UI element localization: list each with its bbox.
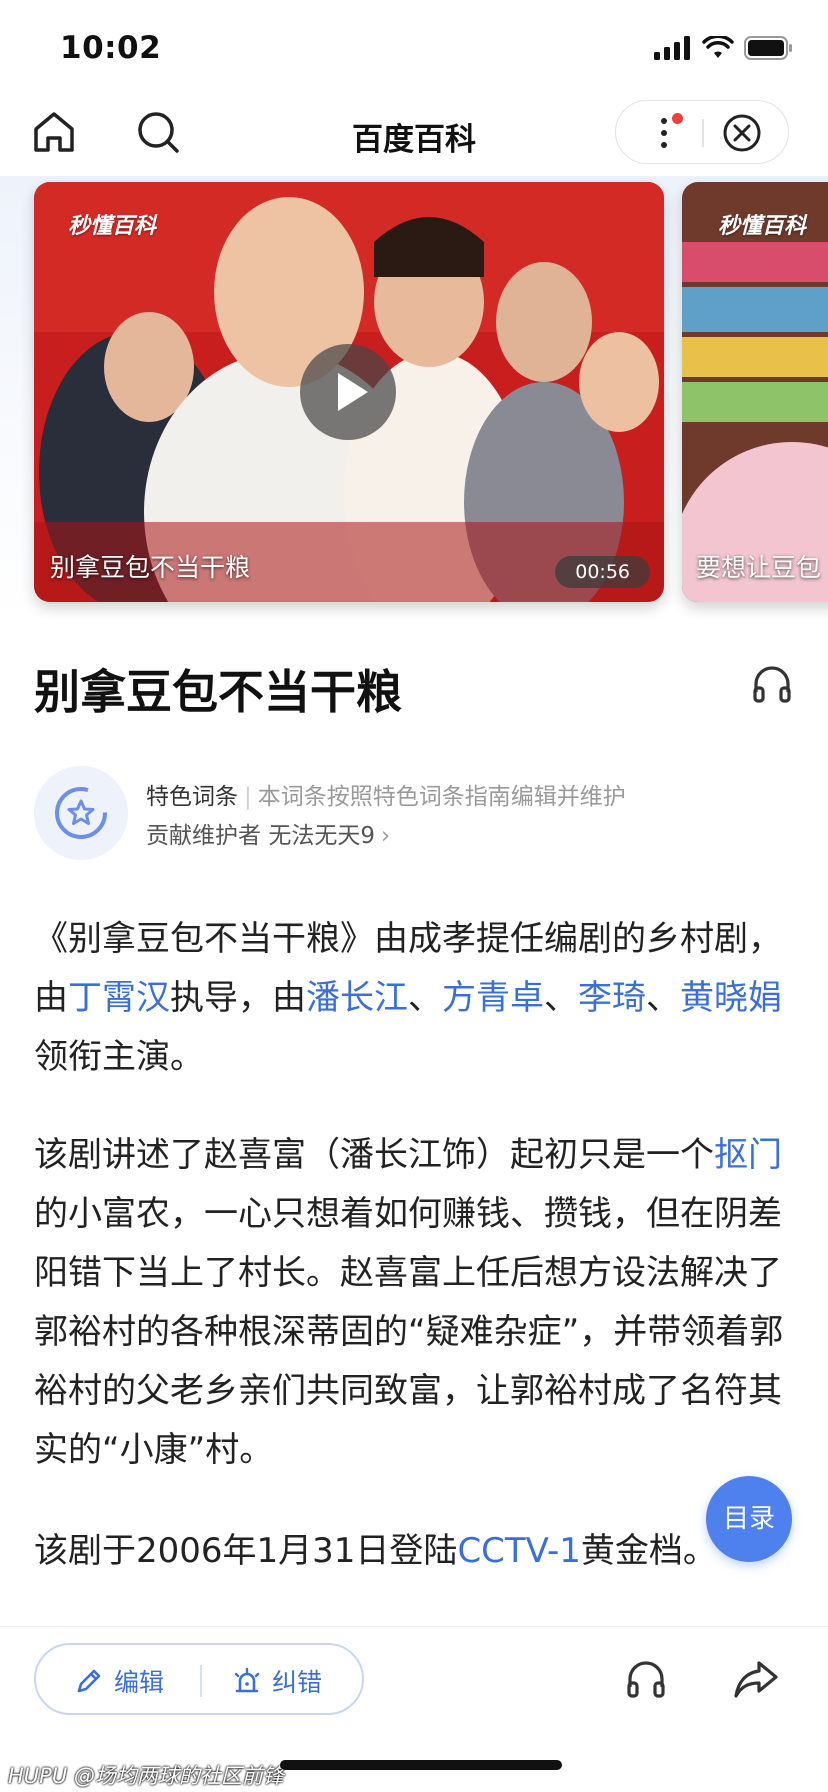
video-caption: 别拿豆包不当干粮	[50, 553, 251, 582]
entry-title: 别拿豆包不当干粮	[34, 665, 402, 719]
signal-icon	[654, 36, 690, 60]
chevron-right-icon: ›	[380, 823, 391, 849]
status-bar: 10:02	[0, 0, 828, 96]
edit-button[interactable]: 编辑	[74, 1663, 164, 1699]
paragraph-summary: 《别拿豆包不当干粮》由成孝提任编剧的乡村剧，由丁霄汉执导，由潘长江、方青卓、李琦…	[34, 910, 796, 1087]
video-thumbnail	[682, 182, 828, 602]
link-actor[interactable]: 黄晓娟	[680, 978, 782, 1018]
contributor-link[interactable]: 贡献维护者 无法无天9 ›	[146, 816, 390, 850]
watermark-credit: HUPU @场均两球的社区前锋	[8, 1764, 284, 1788]
paragraph-text: 该剧于2006年1月31日登陆	[34, 1531, 458, 1571]
toc-button[interactable]: 目录	[706, 1476, 792, 1562]
edit-label: 编辑	[114, 1668, 165, 1697]
contributor-name[interactable]: 无法无天9	[268, 823, 375, 849]
status-time: 10:02	[60, 30, 162, 66]
headphones-icon[interactable]	[750, 662, 794, 706]
video-carousel[interactable]: 秒懂百科 别拿豆包不当干粮 00:56 秒懂百科 要想让豆包	[0, 176, 828, 620]
capsule-divider	[702, 119, 704, 147]
link-term[interactable]: 抠门	[714, 1135, 782, 1175]
link-actor[interactable]: 方青卓	[442, 978, 544, 1018]
play-button[interactable]	[300, 344, 396, 440]
report-error-button[interactable]: 纠错	[232, 1663, 322, 1699]
separator: 、	[408, 978, 442, 1018]
paragraph-text: 该剧讲述了赵喜富（潘长江饰）起初只是一个	[34, 1135, 714, 1175]
mini-program-capsule	[615, 100, 789, 164]
notification-dot	[672, 113, 683, 124]
feature-entry-line: 特色词条 | 本词条按照特色词条指南编辑并维护	[146, 777, 626, 811]
link-actor[interactable]: 李琦	[578, 978, 646, 1018]
feature-description: 本词条按照特色词条指南编辑并维护	[257, 784, 626, 810]
report-error-label: 纠错	[272, 1668, 323, 1697]
paragraph-text: 的小富农，一心只想着如何赚钱、攒钱，但在阴差阳错下当上了村长。赵喜富上任后想方设…	[34, 1194, 784, 1470]
video-card[interactable]: 秒懂百科 别拿豆包不当干粮 00:56	[34, 182, 664, 602]
paragraph-text: 领衔主演。	[34, 1037, 204, 1077]
separator: 、	[544, 978, 578, 1018]
headphones-icon[interactable]	[624, 1657, 668, 1701]
edit-actions-pill: 编辑 纠错	[34, 1643, 364, 1715]
wifi-icon	[702, 36, 734, 58]
close-icon[interactable]	[722, 113, 762, 153]
video-duration: 00:56	[555, 556, 650, 588]
feature-divider: |	[244, 784, 252, 810]
paragraph-text: 执导，由	[170, 978, 306, 1018]
link-actor[interactable]: 潘长江	[306, 978, 408, 1018]
contributor-label: 贡献维护者	[146, 823, 261, 849]
nav-bar: 百度百科	[0, 96, 828, 176]
video-card[interactable]: 秒懂百科 要想让豆包	[682, 182, 828, 602]
video-watermark: 秒懂百科	[718, 214, 807, 239]
share-icon[interactable]	[732, 1655, 780, 1703]
video-watermark: 秒懂百科	[68, 214, 157, 239]
battery-icon	[744, 36, 792, 60]
video-caption: 要想让豆包	[696, 553, 822, 582]
pill-divider	[200, 1665, 202, 1697]
home-indicator	[280, 1760, 562, 1770]
feature-label: 特色词条	[146, 784, 238, 810]
link-director[interactable]: 丁霄汉	[68, 978, 170, 1018]
paragraph-text: 黄金档。	[580, 1531, 717, 1571]
feature-badge-icon	[34, 766, 128, 860]
paragraph-broadcast: 该剧于2006年1月31日登陆CCTV-1黄金档。	[34, 1522, 796, 1581]
separator: 、	[646, 978, 680, 1018]
pencil-icon	[77, 1669, 101, 1693]
paragraph-plot: 该剧讲述了赵喜富（潘长江饰）起初只是一个抠门的小富农，一心只想着如何赚钱、攒钱，…	[34, 1126, 796, 1480]
link-channel[interactable]: CCTV-1	[457, 1531, 580, 1571]
status-icons	[654, 36, 794, 60]
alarm-icon	[234, 1667, 260, 1693]
